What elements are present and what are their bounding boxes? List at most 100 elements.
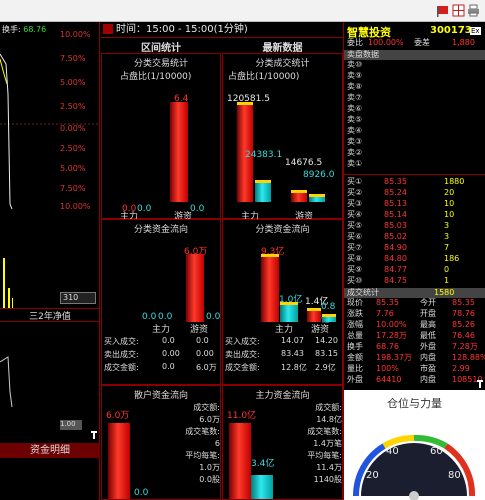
pin-icon[interactable] — [475, 379, 485, 389]
grid-icon[interactable] — [452, 4, 465, 17]
buy-row[interactable]: 买① 85.35 1880 — [344, 177, 485, 187]
red-flag-icon[interactable] — [436, 4, 449, 17]
bar-value: 0.0 — [190, 204, 205, 214]
fund-stats-center: 时间：15:00 - 15:00(1分钟) 区间统计 最新数据 分类交易统计 占… — [101, 22, 343, 500]
row-label: 卖⑥ — [347, 104, 363, 113]
print-icon[interactable] — [467, 4, 480, 17]
sell-row[interactable]: 卖⑩ — [344, 60, 485, 70]
tab-interval[interactable]: 区间统计 — [101, 39, 221, 54]
row-label: 买入成交: — [104, 337, 139, 346]
row-value: 0.0 — [196, 336, 209, 345]
buy-row[interactable]: 买③ 85.13 10 — [344, 199, 485, 209]
row-label: 卖① — [347, 159, 363, 168]
row-value: 83.15 — [315, 349, 338, 358]
axis-tick: 7.50% — [60, 184, 86, 193]
row-value: 76.46 — [452, 331, 475, 340]
row-value: 2.9亿 — [315, 363, 336, 372]
row-label: 买② — [347, 188, 363, 197]
buy-row[interactable]: 买② 85.24 20 — [344, 188, 485, 198]
row-label: 卖④ — [347, 126, 363, 135]
stat-row: 换手 68.76 外盘 7.28万 — [344, 342, 485, 352]
buy-row[interactable]: 买⑨ 84.77 0 — [344, 265, 485, 275]
row-label: 成交金额: — [104, 363, 139, 372]
stat-row: 金额 198.37万 内盘 128.88% — [344, 353, 485, 363]
gauge-label: 40 — [386, 446, 399, 457]
bar-value: 0.0 — [206, 312, 221, 322]
bar-retail-buy — [307, 308, 321, 322]
row-value: 0.00 — [162, 349, 180, 358]
sell-row[interactable]: 卖⑤ — [344, 115, 485, 125]
buy-row[interactable]: 买⑦ 84.90 7 — [344, 243, 485, 253]
bar-value: 0.0 — [142, 312, 157, 322]
row-label: 外盘 — [347, 375, 363, 384]
volume-chart — [3, 258, 13, 308]
row-label: 量比 — [347, 364, 363, 373]
sell-row[interactable]: 卖① — [344, 159, 485, 169]
row-volume: 10 — [444, 210, 455, 219]
row-value: 7.28万 — [452, 342, 478, 351]
intraday-chart-panel: 换手: 68.76 10.00% 7.50% 5.00% 2.50% 0.00%… — [0, 22, 100, 500]
row-label: 最高 — [420, 320, 436, 329]
buy-row[interactable]: 买⑤ 85.03 3 — [344, 221, 485, 231]
row-volume: 3 — [444, 221, 450, 230]
gauge-title: 仓位与力量 — [387, 397, 442, 410]
sell-row[interactable]: 卖④ — [344, 126, 485, 136]
row-value: 6.0万 — [199, 415, 220, 424]
row-label: 成交笔数: — [185, 427, 220, 436]
row-label: 成交笔数: — [307, 427, 342, 436]
row-label: 换手 — [347, 342, 363, 351]
panel-title: 分类成交统计 — [255, 59, 310, 69]
main-flow-panel: 主力资金流向 11.0亿 3.4亿 成交额: 14.8亿 成交笔数: 1.4万笔… — [222, 385, 343, 500]
gauge-label: 80 — [448, 470, 461, 481]
time-range-label: 时间：15:00 - 15:00(1分钟) — [116, 24, 248, 35]
buy-row[interactable]: 买⑥ 85.02 3 — [344, 232, 485, 242]
row-value: 64410 — [376, 375, 402, 384]
row-label: 卖⑨ — [347, 71, 363, 80]
row-label: 买⑤ — [347, 221, 363, 230]
buy-row[interactable]: 买④ 85.14 10 — [344, 210, 485, 220]
buy-row[interactable]: 买⑧ 84.80 186 — [344, 254, 485, 264]
sell-row[interactable]: 卖⑧ — [344, 82, 485, 92]
bar-main-sell — [280, 302, 298, 322]
row-label: 卖⑦ — [347, 93, 363, 102]
sell-row[interactable]: 卖③ — [344, 137, 485, 147]
ratio-row: 委比 100.00% 委差 1,880 — [344, 38, 485, 48]
row-label: 卖出成交: — [225, 350, 260, 359]
panel-sub: 占盘比(1/10000) — [120, 72, 192, 82]
buy-row[interactable]: 买⑩ 84.75 1 — [344, 276, 485, 286]
sell-row[interactable]: 卖② — [344, 148, 485, 158]
row-label: 平均每笔: — [185, 451, 220, 460]
row-price: 85.24 — [384, 188, 407, 197]
trade-count-panel: 分类交易统计 占盘比(1/10000) 6.4 0.0 0.0 0.0 主力 游… — [101, 53, 221, 222]
close-icon[interactable] — [103, 24, 113, 34]
axis-tick: 5.00% — [60, 164, 86, 173]
panel-title: 分类资金流向 — [255, 225, 310, 235]
row-label: 卖⑧ — [347, 82, 363, 91]
row-label: 成交额: — [193, 403, 220, 412]
row-label: 卖② — [347, 148, 363, 157]
sell-row[interactable]: 卖⑦ — [344, 93, 485, 103]
row-price: 84.77 — [384, 265, 407, 274]
row-volume: 186 — [444, 254, 460, 263]
sell-row[interactable]: 卖⑥ — [344, 104, 485, 114]
row-label: 买① — [347, 177, 363, 186]
row-price: 85.35 — [384, 177, 407, 186]
code-suffix: Ex — [470, 27, 481, 35]
pin-icon[interactable] — [89, 430, 99, 440]
bar-main-buy — [261, 254, 279, 322]
row-label: 最低 — [420, 331, 436, 340]
row-label: 总量 — [347, 331, 363, 340]
row-volume: 20 — [444, 188, 455, 197]
fund-detail-title[interactable]: 资金明细 — [0, 443, 100, 458]
bar-retail — [108, 423, 130, 499]
nav-value-box: 1.00 — [60, 420, 82, 430]
row-price: 85.03 — [384, 221, 407, 230]
sell-row[interactable]: 卖⑨ — [344, 71, 485, 81]
flow-stats: 买入成交: 14.07 14.20 卖出成交: 83.43 83.15 成交金额: 12.… — [225, 336, 342, 375]
bar-retail — [170, 102, 188, 202]
bar-main-buy — [229, 423, 251, 499]
cat-main: 主力 — [275, 325, 294, 335]
tab-latest[interactable]: 最新数据 — [222, 39, 343, 54]
bar-value: 24383.1 — [245, 150, 283, 160]
flow-stats: 买入成交: 0.0 0.0 卖出成交: 0.00 0.00 成交金额: 0.0 6.0万 — [104, 336, 220, 375]
